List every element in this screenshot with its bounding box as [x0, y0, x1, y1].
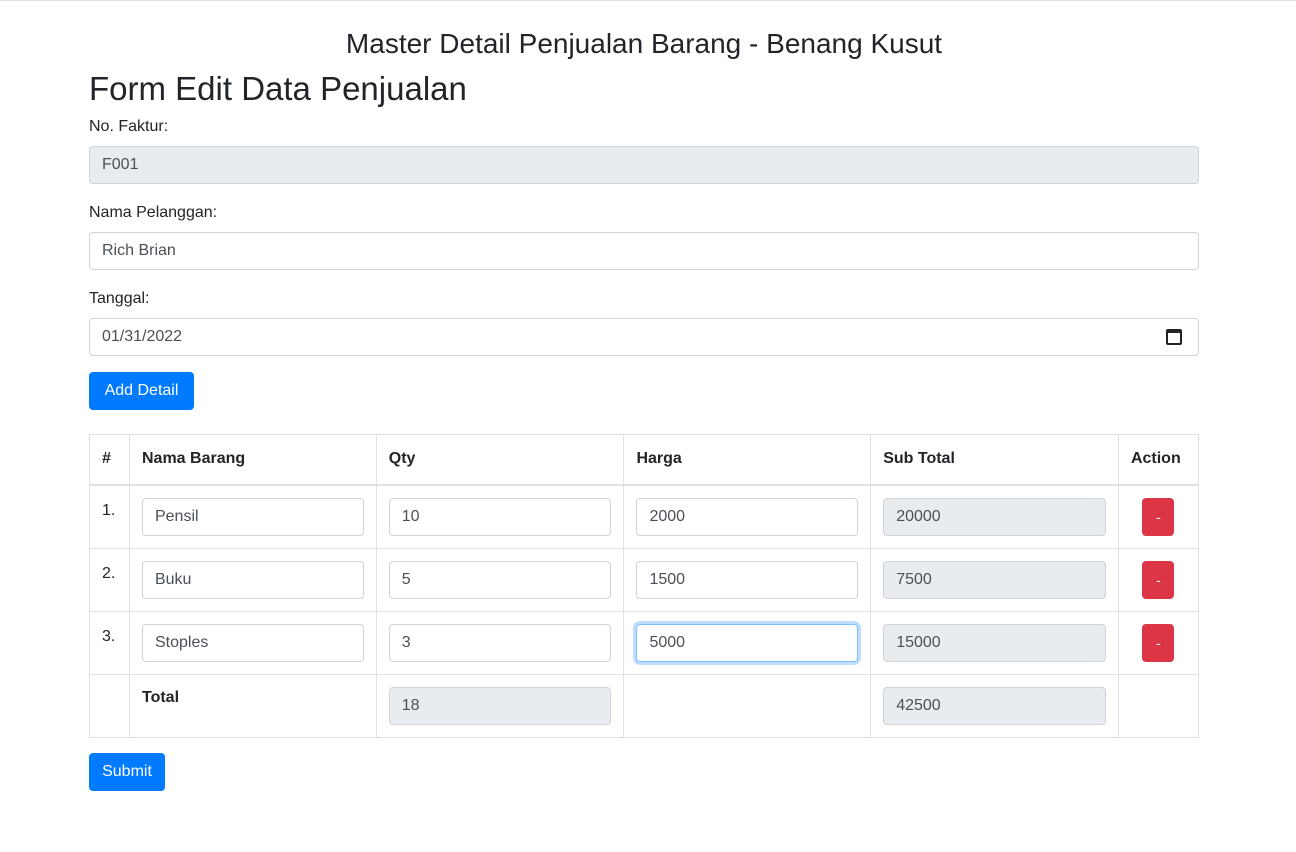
harga-input[interactable]: 5000 — [636, 623, 859, 662]
qty-input[interactable]: 3 — [388, 623, 612, 662]
total-label: Total — [141, 688, 180, 706]
header-num: # — [89, 434, 130, 486]
row-number: 3. — [102, 627, 116, 645]
total-sub-total-input[interactable]: 42500 — [883, 686, 1106, 725]
header-harga: Harga — [623, 434, 872, 486]
header-nama-barang: Nama Barang — [128, 434, 377, 486]
nama-barang-input[interactable]: Stoples — [141, 623, 364, 662]
qty-input[interactable]: 5 — [388, 560, 612, 599]
header-sub-total: Sub Total — [870, 434, 1119, 486]
nama-barang-input[interactable]: Buku — [141, 560, 364, 599]
sub-total-input[interactable]: 20000 — [883, 497, 1106, 536]
table-header-row: # Nama Barang Qty Harga Sub Total Action — [89, 434, 1200, 486]
pelanggan-label: Nama Pelanggan: — [89, 204, 218, 221]
sub-total-input[interactable]: 7500 — [883, 560, 1106, 599]
total-row: Total 18 42500 — [89, 673, 1200, 738]
top-border — [0, 0, 1296, 2]
tanggal-value: 01/31/2022 — [102, 328, 183, 345]
page-title: Master Detail Penjualan Barang - Benang … — [345, 28, 943, 59]
table-row: 1. Pensil 10 2000 20000 - — [89, 484, 1200, 549]
calendar-icon[interactable] — [1166, 329, 1182, 345]
row-number: 1. — [102, 501, 116, 519]
harga-input[interactable]: 2000 — [636, 497, 859, 536]
harga-input[interactable]: 1500 — [636, 560, 859, 599]
qty-input[interactable]: 10 — [388, 497, 612, 536]
delete-row-button[interactable]: - — [1142, 560, 1175, 599]
delete-row-button[interactable]: - — [1142, 623, 1175, 662]
tanggal-input[interactable]: 01/31/2022 — [89, 318, 1199, 356]
faktur-label: No. Faktur: — [89, 118, 169, 135]
faktur-input[interactable]: F001 — [89, 146, 1199, 184]
faktur-value: F001 — [102, 156, 139, 173]
header-qty: Qty — [375, 434, 625, 486]
sub-total-input[interactable]: 15000 — [883, 623, 1106, 662]
submit-button[interactable]: Submit — [89, 753, 165, 791]
add-detail-button[interactable]: Add Detail — [89, 372, 194, 410]
total-qty-input[interactable]: 18 — [388, 686, 612, 725]
pelanggan-input[interactable]: Rich Brian — [89, 232, 1199, 270]
table-row: 2. Buku 5 1500 7500 - — [89, 547, 1200, 612]
delete-row-button[interactable]: - — [1142, 497, 1175, 536]
row-number: 2. — [102, 564, 116, 582]
table-row: 3. Stoples 3 5000 15000 - — [89, 610, 1200, 675]
nama-barang-input[interactable]: Pensil — [141, 497, 364, 536]
header-action: Action — [1117, 434, 1200, 486]
tanggal-label: Tanggal: — [89, 290, 150, 307]
pelanggan-value: Rich Brian — [102, 242, 176, 259]
detail-table: # Nama Barang Qty Harga Sub Total Action… — [89, 434, 1200, 738]
form-title: Form Edit Data Penjualan — [89, 70, 467, 107]
